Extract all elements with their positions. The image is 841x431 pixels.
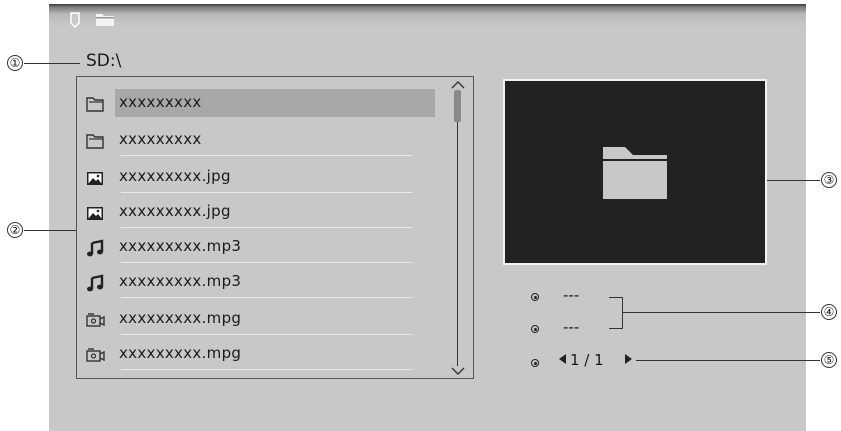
file-name: xxxxxxxxx.mp3	[119, 272, 242, 290]
file-name: xxxxxxxxx.mpg	[119, 344, 242, 362]
callout-4-bracket-bottom	[609, 328, 623, 329]
file-name: xxxxxxxxx	[119, 130, 202, 148]
scrollbar[interactable]	[450, 80, 466, 376]
callout-1-leader	[24, 63, 80, 64]
folder-icon	[603, 147, 667, 199]
folder-icon	[86, 134, 104, 149]
callout-4-leader	[622, 312, 820, 313]
chevron-up-icon[interactable]	[451, 80, 465, 90]
top-bar	[49, 4, 806, 32]
list-item[interactable]: xxxxxxxxx.mp3	[85, 233, 435, 263]
current-path: SD:\	[86, 51, 122, 71]
callout-5-leader	[636, 360, 820, 361]
callout-4: ④	[821, 304, 837, 320]
callout-3: ③	[821, 172, 837, 188]
image-icon	[87, 172, 103, 185]
scroll-thumb[interactable]	[454, 90, 461, 122]
preview-pane	[503, 79, 767, 265]
sd-card-icon	[70, 12, 80, 28]
list-item[interactable]: xxxxxxxxx	[85, 89, 435, 119]
file-name: xxxxxxxxx.jpg	[119, 167, 231, 185]
folder-icon	[96, 14, 114, 26]
row-divider	[121, 297, 413, 298]
list-item[interactable]: xxxxxxxxx.jpg	[85, 198, 435, 228]
video-icon	[86, 348, 105, 362]
row-divider	[121, 262, 413, 263]
callout-2: ②	[7, 222, 23, 238]
callout-1: ①	[7, 55, 23, 71]
list-item[interactable]: xxxxxxxxx.mpg	[85, 305, 435, 335]
bullet-icon	[531, 293, 539, 301]
row-divider	[121, 227, 413, 228]
info-value: ---	[563, 286, 580, 304]
arrow-left-icon[interactable]	[559, 354, 567, 364]
file-name: xxxxxxxxx	[119, 93, 202, 111]
chevron-down-icon[interactable]	[451, 366, 465, 376]
page-indicator: 1 / 1	[570, 351, 604, 369]
file-name: xxxxxxxxx.jpg	[119, 202, 231, 220]
image-icon	[87, 207, 103, 220]
music-note-icon	[87, 239, 104, 257]
callout-4-bracket-top	[609, 297, 623, 298]
callout-5: ⑤	[821, 352, 837, 368]
list-item[interactable]: xxxxxxxxx	[85, 126, 435, 156]
callout-3-leader	[767, 180, 820, 181]
scroll-track	[457, 90, 458, 366]
list-item[interactable]: xxxxxxxxx.mpg	[85, 340, 435, 370]
file-list[interactable]: xxxxxxxxx xxxxxxxxx xxxxxxxxx.jpg xxxxxx…	[76, 76, 474, 379]
file-name: xxxxxxxxx.mpg	[119, 309, 242, 327]
video-icon	[86, 313, 105, 327]
row-divider	[121, 334, 413, 335]
arrow-right-icon[interactable]	[624, 354, 632, 364]
bullet-icon	[531, 325, 539, 333]
list-item[interactable]: xxxxxxxxx.jpg	[85, 163, 435, 193]
callout-2-leader	[24, 230, 76, 231]
row-divider	[121, 369, 413, 370]
row-divider	[121, 155, 413, 156]
info-value: ---	[563, 318, 580, 336]
callout-4-bracket	[622, 297, 623, 329]
file-name: xxxxxxxxx.mp3	[119, 237, 242, 255]
music-note-icon	[87, 274, 104, 292]
row-divider	[121, 192, 413, 193]
list-item[interactable]: xxxxxxxxx.mp3	[85, 268, 435, 298]
bullet-icon	[531, 359, 539, 367]
folder-icon	[86, 97, 104, 112]
